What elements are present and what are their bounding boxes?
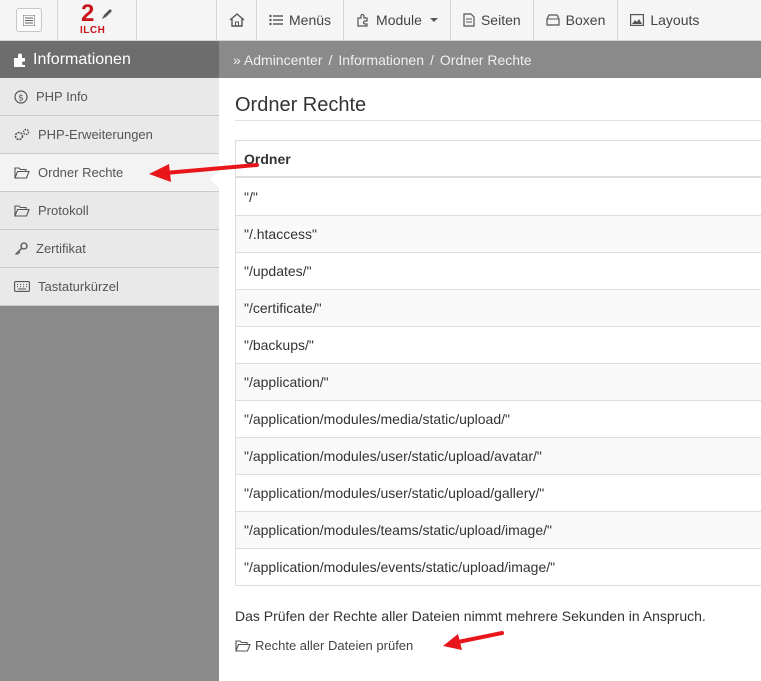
keyboard-icon xyxy=(14,281,30,292)
folder-open-icon xyxy=(14,204,30,217)
table-row: "/application/modules/events/static/uplo… xyxy=(236,548,761,585)
ilch-logo[interactable]: 2 ILCH xyxy=(77,2,117,38)
table-row: "/application/modules/teams/static/uploa… xyxy=(236,511,761,548)
home-icon xyxy=(229,13,244,27)
table-header: Ordner xyxy=(236,141,761,178)
logo-number: 2 xyxy=(81,0,95,27)
check-file-rights-link[interactable]: Rechte aller Dateien prüfen xyxy=(235,638,413,653)
nav-pages[interactable]: Seiten xyxy=(451,0,534,40)
folder-open-icon xyxy=(235,639,251,652)
toggle-icon xyxy=(22,14,35,26)
sidebar-item-label: PHP-Erweiterungen xyxy=(38,127,153,142)
puzzle-icon xyxy=(357,13,368,27)
topbar-spacer xyxy=(137,0,217,40)
sidebar-item-shortcuts[interactable]: Tastaturkürzel xyxy=(0,268,219,306)
sidebar-toggle-button[interactable] xyxy=(15,8,42,32)
table-row: "/" xyxy=(244,188,258,205)
table-row: "/application/modules/user/static/upload… xyxy=(236,474,761,511)
chevron-down-icon xyxy=(429,18,438,22)
active-pointer xyxy=(210,170,219,188)
nav-boxes-label: Boxen xyxy=(565,12,606,28)
sidebar-item-label: Zertifikat xyxy=(36,241,86,256)
nav-layouts-label: Layouts xyxy=(650,12,700,28)
page-title: Ordner Rechte xyxy=(235,94,367,116)
table-row: "/.htaccess" xyxy=(236,215,761,252)
sidebar-title: Informationen xyxy=(0,41,219,78)
nav-menus[interactable]: Menüs xyxy=(257,0,345,40)
menu-list-icon xyxy=(269,14,283,26)
table-row: "/certificate/" xyxy=(236,289,761,326)
folder-table: Ordner "/" "/.htaccess" "/updates/" "/ce… xyxy=(235,140,761,586)
sidebar-item-label: PHP Info xyxy=(36,89,88,104)
breadcrumb-item-current[interactable]: Ordner Rechte xyxy=(440,52,532,68)
info-note: Das Prüfen der Rechte aller Dateien nimm… xyxy=(235,608,706,624)
top-navbar: 2 ILCH Menüs Module Seiten Boxen Layouts xyxy=(0,0,761,41)
sidebar-item-php-extensions[interactable]: PHP-Erweiterungen xyxy=(0,116,219,154)
pen-icon xyxy=(102,9,112,19)
sidebar-item-label: Tastaturkürzel xyxy=(38,279,119,294)
breadcrumb-separator: / xyxy=(430,51,434,68)
svg-text:$: $ xyxy=(18,93,24,103)
key-icon xyxy=(15,241,28,255)
image-icon xyxy=(630,14,645,26)
nav-pages-label: Seiten xyxy=(480,12,521,28)
logo-text: ILCH xyxy=(80,25,106,36)
box-icon xyxy=(546,14,560,26)
main-content: Ordner Rechte Ordner "/" "/.htaccess" "/… xyxy=(210,78,761,681)
breadcrumb-item-informationen[interactable]: Informationen xyxy=(338,52,424,68)
nav-modules[interactable]: Module xyxy=(344,0,451,40)
nav-home[interactable] xyxy=(217,0,257,40)
sidebar-item-folder-rights[interactable]: Ordner Rechte xyxy=(0,154,219,192)
sidebar: Informationen $ PHP Info PHP-Erweiterung… xyxy=(0,41,219,681)
breadcrumb-item-admincenter[interactable]: » Admincenter xyxy=(233,52,323,68)
breadcrumb-separator: / xyxy=(328,51,333,68)
sidebar-item-label: Protokoll xyxy=(38,203,89,218)
table-row: "/backups/" xyxy=(236,326,761,363)
sidebar-title-label: Informationen xyxy=(33,50,131,68)
nav-modules-label: Module xyxy=(376,12,422,28)
check-file-rights-label: Rechte aller Dateien prüfen xyxy=(255,638,414,653)
sidebar-item-label: Ordner Rechte xyxy=(38,165,124,180)
table-row: "/application/" xyxy=(236,363,761,400)
table-row: "/application/modules/media/static/uploa… xyxy=(236,400,761,437)
nav-boxes[interactable]: Boxen xyxy=(534,0,619,40)
sidebar-item-php-info[interactable]: $ PHP Info xyxy=(0,78,219,116)
puzzle-icon xyxy=(14,53,25,67)
logo-cell: 2 ILCH xyxy=(58,0,137,40)
nav-menus-label: Menüs xyxy=(289,12,332,28)
nav-layouts[interactable]: Layouts xyxy=(618,0,711,40)
breadcrumb: » Admincenter / Informationen / Ordner R… xyxy=(219,41,761,78)
cogs-icon xyxy=(14,128,30,140)
dollar-circle-icon: $ xyxy=(14,89,28,104)
table-row: "/application/modules/user/static/upload… xyxy=(236,437,761,474)
sidebar-item-certificate[interactable]: Zertifikat xyxy=(0,230,219,268)
sidebar-toggle-cell xyxy=(0,0,58,40)
page-icon xyxy=(463,13,475,27)
title-divider xyxy=(235,120,761,121)
sidebar-item-log[interactable]: Protokoll xyxy=(0,192,219,230)
folder-open-icon xyxy=(14,166,30,179)
table-row: "/updates/" xyxy=(236,252,761,289)
